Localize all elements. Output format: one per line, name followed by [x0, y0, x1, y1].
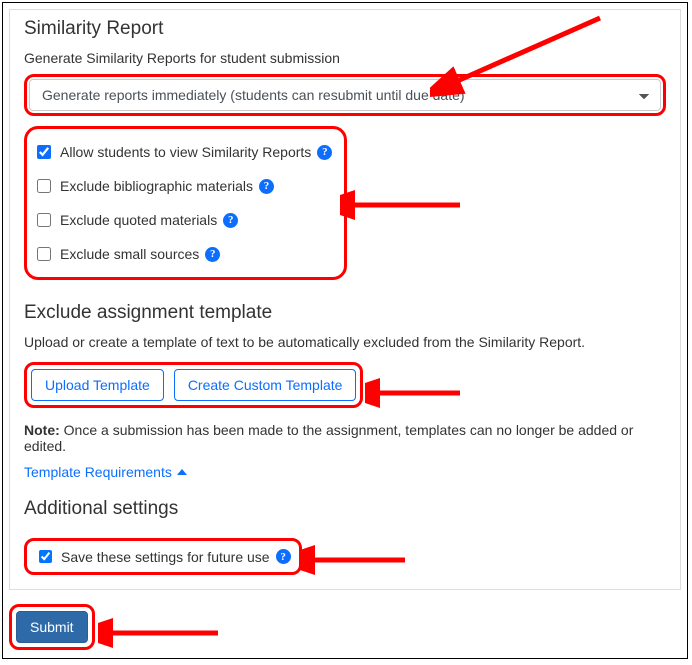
similarity-options-group: Allow students to view Similarity Report…	[24, 126, 347, 280]
exclude-biblio-checkbox[interactable]	[37, 179, 51, 193]
annotation-arrow	[340, 185, 480, 225]
exclude-template-desc: Upload or create a template of text to b…	[24, 334, 666, 350]
save-settings-label: Save these settings for future use	[61, 549, 270, 565]
highlight-select: Generate reports immediately (students c…	[24, 74, 666, 116]
exclude-quoted-checkbox[interactable]	[37, 213, 51, 227]
help-icon[interactable]: ?	[317, 145, 332, 160]
additional-settings-heading: Additional settings	[24, 498, 666, 520]
note-label: Note:	[24, 422, 60, 438]
highlight-submit: Submit	[9, 604, 95, 650]
help-icon[interactable]: ?	[223, 213, 238, 228]
help-icon[interactable]: ?	[276, 549, 291, 564]
option-allow-view: Allow students to view Similarity Report…	[31, 135, 334, 169]
submit-button[interactable]: Submit	[16, 611, 88, 643]
template-requirements-toggle[interactable]: Template Requirements	[24, 464, 187, 480]
chevron-up-icon	[177, 469, 187, 475]
create-template-button[interactable]: Create Custom Template	[174, 369, 357, 401]
annotation-arrow	[300, 540, 420, 580]
help-icon[interactable]: ?	[205, 247, 220, 262]
report-generation-select[interactable]: Generate reports immediately (students c…	[29, 79, 661, 111]
exclude-biblio-label: Exclude bibliographic materials	[60, 178, 253, 194]
upload-template-button[interactable]: Upload Template	[31, 369, 164, 401]
exclude-small-label: Exclude small sources	[60, 246, 199, 262]
help-icon[interactable]: ?	[259, 179, 274, 194]
save-settings-checkbox[interactable]	[39, 550, 52, 563]
option-exclude-quoted: Exclude quoted materials ?	[31, 203, 334, 237]
annotation-arrow	[365, 373, 475, 413]
generate-reports-label: Generate Similarity Reports for student …	[24, 50, 666, 66]
allow-view-checkbox[interactable]	[37, 145, 51, 159]
option-exclude-small: Exclude small sources ?	[31, 237, 334, 271]
template-note: Note: Once a submission has been made to…	[24, 422, 666, 454]
window-outline: Similarity Report Generate Similarity Re…	[2, 2, 688, 659]
exclude-template-heading: Exclude assignment template	[24, 302, 666, 324]
similarity-report-heading: Similarity Report	[24, 18, 666, 40]
exclude-quoted-label: Exclude quoted materials	[60, 212, 217, 228]
note-text: Once a submission has been made to the a…	[24, 422, 633, 454]
exclude-small-checkbox[interactable]	[37, 247, 51, 261]
option-exclude-biblio: Exclude bibliographic materials ?	[31, 169, 334, 203]
template-requirements-label: Template Requirements	[24, 464, 172, 480]
save-settings-group: Save these settings for future use ?	[24, 538, 302, 575]
settings-card: Similarity Report Generate Similarity Re…	[9, 9, 681, 590]
template-buttons-group: Upload Template Create Custom Template	[24, 362, 363, 408]
annotation-arrow	[98, 615, 238, 655]
allow-view-label: Allow students to view Similarity Report…	[60, 144, 311, 160]
